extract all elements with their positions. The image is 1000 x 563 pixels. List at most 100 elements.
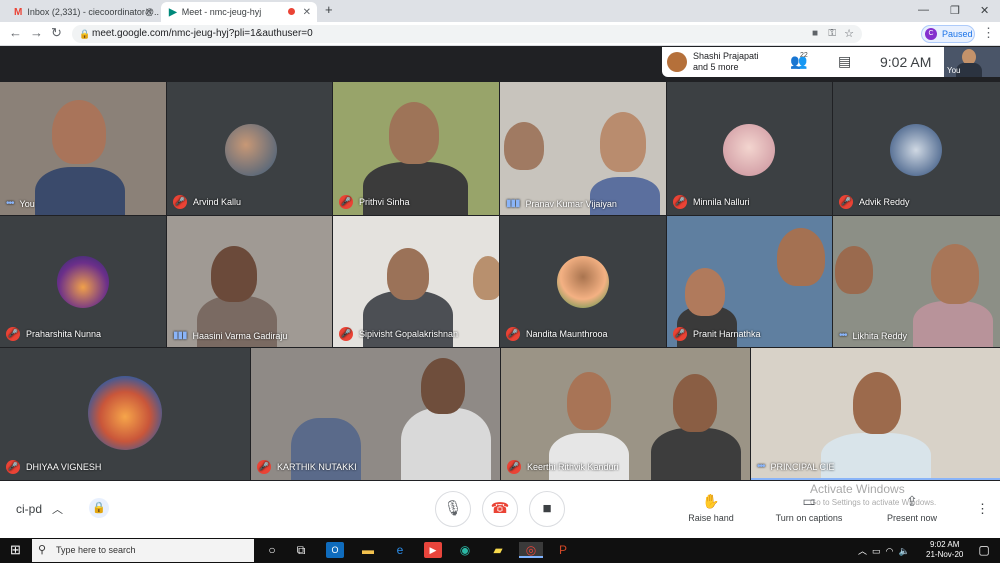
video-tile[interactable]: 🎤 Arvind Kallu [167,82,332,215]
mic-off-icon: 🎤 [339,195,353,209]
avatar [667,52,687,72]
star-icon[interactable]: ☆ [844,25,854,43]
participant-body [651,428,741,480]
video-tile[interactable]: ••• Likhita Reddy [833,216,1000,347]
video-tile[interactable]: ▮▮▮ Pranav Kumar Vijaiyan [500,82,666,215]
minimize-icon[interactable]: — [918,4,929,16]
speaking-icon: ▮▮▮ [173,330,187,341]
volume-icon[interactable]: 🔈 [898,546,909,556]
close-window-icon[interactable]: ✕ [980,4,989,17]
gmail-icon: M [14,6,23,18]
profile-button[interactable]: C Paused [921,25,975,43]
self-view[interactable]: You [944,47,1000,77]
sticky-notes-icon[interactable]: ▰ [489,542,507,558]
tab-gmail[interactable]: M Inbox (2,331) - ciecoordinator@... ✕ [6,2,159,22]
participant-face [853,372,901,434]
video-tile[interactable]: 🎤 Prithvi Sinha [333,82,499,215]
tab-meet[interactable]: ▶ Meet - nmc-jeug-hyj ✕ [161,2,317,22]
chat-icon[interactable]: ▤ [838,53,851,70]
microphone-button[interactable]: 🎙 [435,491,471,527]
participant-face [567,372,611,430]
avatar [723,124,775,176]
video-tile[interactable]: 🎤 Pranit Harnathka [667,216,832,347]
edge-icon[interactable]: ◉ [456,542,474,558]
taskbar-search-input[interactable]: ⚲ Type here to search [32,539,254,562]
system-tray[interactable]: ︿ ▭ ◠ 🔈 [858,544,910,557]
video-tile[interactable]: 🎤 Praharshita Nunna [0,216,166,347]
cortana-icon[interactable]: ○ [263,542,281,558]
battery-icon[interactable]: ▭ [872,546,881,556]
powerpoint-icon[interactable]: P [554,542,572,558]
participant-body [35,167,125,215]
new-tab-button[interactable]: + [325,2,333,17]
video-tile[interactable]: 🎤 Sipivisht Gopalakrishnan [333,216,499,347]
taskbar-clock[interactable]: 9:02 AM 21-Nov-20 [926,540,963,560]
menu-icon[interactable]: ⋮ [982,26,995,40]
taskbar-time: 9:02 AM [930,540,960,549]
participant-name: PRINCIPAL CIE [770,461,835,472]
avatar [557,256,609,308]
video-tile[interactable]: ••• PRINCIPAL CIE [751,348,1000,480]
presenter-name: Shashi Prajapati [693,51,759,61]
participant-face [931,244,979,304]
participant-face [600,112,646,172]
forward-icon[interactable]: → [30,26,43,40]
participant-name: Sipivisht Gopalakrishnan [359,329,459,339]
chevron-up-icon[interactable]: ︿ [858,546,867,556]
mic-off-icon: 🎤 [6,327,20,341]
outlook-icon[interactable]: O [326,542,344,558]
chrome-icon[interactable]: ◎ [519,542,543,558]
task-view-icon[interactable]: ⧉ [292,542,310,558]
anydesk-icon[interactable]: ▶ [424,542,442,558]
video-tile[interactable]: ••• You [0,82,166,215]
participant-name: Advik Reddy [859,197,910,207]
reload-icon[interactable]: ↻ [51,26,62,40]
video-tile[interactable]: ▮▮▮ Haasini Varma Gadiraju [167,216,332,347]
back-icon[interactable]: ← [9,26,22,40]
tab-title: Inbox (2,331) - ciecoordinator@... [27,7,159,17]
file-explorer-icon[interactable]: ▬ [359,542,377,558]
video-tile[interactable]: 🎤 KARTHIK NUTAKKI [251,348,500,480]
participant-count: 22 [800,52,808,59]
windows-start-icon[interactable]: ⊞ [10,542,21,558]
speaking-icon: ••• [6,198,14,209]
more-options-icon[interactable]: ⋮ [976,501,989,517]
edge-legacy-icon[interactable]: e [391,542,409,558]
self-label: You [947,66,961,75]
notification-icon[interactable]: ▢ [975,542,993,558]
video-tile[interactable]: 🎤 Minnila Nalluri [667,82,832,215]
meeting-code[interactable]: ci-pd [16,502,42,516]
mic-off-icon: 🎤 [6,460,20,474]
browser-address-bar: ← → ↻ 🔒 meet.google.com/nmc-jeug-hyj?pli… [0,22,1000,46]
shield-icon[interactable]: 🔒 [89,498,109,518]
activation-watermark-subtitle: Go to Settings to activate Windows. [810,498,937,507]
leave-call-button[interactable]: ☎ [482,491,518,527]
video-tile[interactable]: 🎤 DHIYAA VIGNESH [0,348,250,480]
taskbar-date: 21-Nov-20 [926,550,964,559]
restore-icon[interactable]: ❐ [950,4,960,17]
participant-face [504,122,544,170]
participant-name: Praharshita Nunna [26,329,102,339]
raise-hand-button[interactable]: ✋ Raise hand [688,493,734,523]
close-icon[interactable]: ✕ [303,7,311,18]
key-icon[interactable]: ⚿ [828,25,836,43]
mic-off-icon: 🎤 [173,195,187,209]
video-tile[interactable]: 🎤 Keerthi Rithvik Kanduri [501,348,750,480]
wifi-icon[interactable]: ◠ [886,546,894,556]
mic-off-icon: 🎤 [673,327,687,341]
close-icon[interactable]: ✕ [145,7,153,18]
avatar [57,256,109,308]
url-input[interactable]: 🔒 meet.google.com/nmc-jeug-hyj?pli=1&aut… [72,25,862,43]
camera-icon[interactable]: ■ [812,25,818,43]
mic-off-icon: 🎤 [506,327,520,341]
search-icon: ⚲ [38,544,47,556]
camera-icon: ■ [542,500,552,517]
video-tile[interactable]: 🎤 Nandita Maunthrooa [500,216,666,347]
avatar [88,376,162,450]
chevron-up-icon[interactable]: ︿ [52,501,63,517]
video-tile[interactable]: 🎤 Advik Reddy [833,82,1000,215]
mic-off-icon: 🎤 [507,460,521,474]
avatar [890,124,942,176]
presenter-chip[interactable]: Shashi Prajapati and 5 more [662,47,772,77]
camera-button[interactable]: ■ [529,491,565,527]
